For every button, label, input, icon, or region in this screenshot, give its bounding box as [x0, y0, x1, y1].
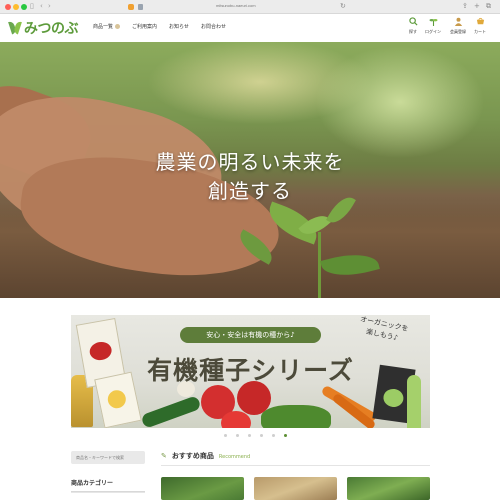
- sprout-icon: [429, 18, 437, 26]
- register-label: 会員登録: [450, 29, 466, 34]
- cart-button[interactable]: カート: [468, 17, 492, 35]
- banner-title: 有機種子シリーズ: [147, 356, 354, 385]
- banner-tagline: 安心・安全は有機の種から♪: [180, 327, 321, 343]
- sidebar-search-input[interactable]: [71, 451, 145, 464]
- reload-icon[interactable]: ↻: [340, 2, 346, 10]
- plus-icon[interactable]: +: [474, 2, 480, 10]
- user-icon: [454, 17, 462, 26]
- slider-dot[interactable]: [260, 434, 263, 437]
- global-nav: 商品一覧 ご利用案内 お知らせ お問合わせ: [93, 23, 226, 30]
- chevron-right-icon[interactable]: ›: [48, 2, 51, 10]
- shield-icon[interactable]: [138, 4, 143, 10]
- nav-item-label: お知らせ: [169, 24, 189, 30]
- cart-label: カート: [474, 29, 486, 34]
- extension-icon[interactable]: [128, 4, 134, 10]
- flower-image: [106, 388, 128, 410]
- login-button[interactable]: ログイン: [421, 17, 445, 35]
- maximize-window-button[interactable]: [21, 4, 27, 10]
- login-label: ログイン: [425, 29, 441, 34]
- nav-item-label: ご利用案内: [132, 24, 158, 30]
- recommend-title: おすすめ商品: [171, 452, 214, 460]
- hero-image: 農業の明るい未来を 創造する: [0, 42, 500, 298]
- register-button[interactable]: 会員登録: [446, 17, 470, 35]
- recommend-subtitle: Recommend: [218, 454, 251, 460]
- pencil-icon: ✎: [161, 452, 167, 460]
- product-card-image[interactable]: [347, 477, 430, 500]
- slider-dot[interactable]: [272, 434, 275, 437]
- tomato-image: [221, 411, 251, 428]
- cart-icon: [476, 17, 484, 25]
- sidebar-toggle-icon[interactable]: ▯: [30, 2, 34, 10]
- leaf-logo-icon: [10, 21, 22, 35]
- dropdown-icon: [115, 24, 121, 29]
- greens-image: [261, 405, 331, 428]
- cucumber-image: [140, 395, 202, 428]
- nav-item-label: お問合わせ: [200, 24, 226, 30]
- nav-item-guide[interactable]: ご利用案内: [132, 23, 157, 30]
- hero-title-line1: 農業の明るい未来を: [155, 150, 345, 174]
- tabs-icon[interactable]: ⧉: [486, 2, 491, 11]
- share-icon[interactable]: ⇪: [462, 2, 468, 10]
- bean-image: [382, 387, 405, 409]
- slider-dot[interactable]: [248, 434, 251, 437]
- nav-item-news[interactable]: お知らせ: [169, 23, 189, 30]
- minimize-window-button[interactable]: [13, 4, 19, 10]
- slider-dot-active[interactable]: [284, 434, 287, 437]
- nav-item-label: 商品一覧: [93, 24, 114, 30]
- nav-item-products[interactable]: 商品一覧: [93, 23, 121, 30]
- promo-banner[interactable]: 安心・安全は有機の種から♪ 有機種子シリーズ オーガニックを 楽しもう♪: [71, 315, 430, 428]
- recommend-heading: ✎ おすすめ商品 Recommend: [161, 451, 250, 461]
- divider: [161, 465, 430, 466]
- site-header: みつのぶ 商品一覧 ご利用案内 お知らせ お問合わせ 探す ログイン 会員登録 …: [0, 14, 500, 42]
- category-heading: 商品カテゴリー: [71, 478, 145, 492]
- product-card-image[interactable]: [254, 477, 337, 500]
- logo-text: みつのぶ: [24, 21, 79, 37]
- nav-item-contact[interactable]: お問合わせ: [201, 23, 226, 30]
- hero-title: 農業の明るい未来を 創造する: [0, 148, 500, 206]
- slider-dot[interactable]: [224, 434, 227, 437]
- search-icon: [408, 17, 418, 26]
- slider-pagination: [224, 434, 287, 437]
- slider-dot[interactable]: [236, 434, 239, 437]
- browser-toolbar: ▯ ‹ › mitsunobu-naeuri.com ↻ ⇪ + ⧉: [0, 0, 500, 14]
- divider: [71, 492, 145, 493]
- banner-note: オーガニックを 楽しもう♪: [346, 315, 419, 348]
- chevron-left-icon[interactable]: ‹: [40, 2, 43, 10]
- site-logo[interactable]: みつのぶ: [10, 18, 79, 38]
- product-card-image[interactable]: [161, 477, 244, 500]
- address-bar[interactable]: mitsunobu-naeuri.com: [216, 3, 256, 8]
- hero-title-line2: 創造する: [208, 179, 292, 203]
- close-window-button[interactable]: [5, 4, 11, 10]
